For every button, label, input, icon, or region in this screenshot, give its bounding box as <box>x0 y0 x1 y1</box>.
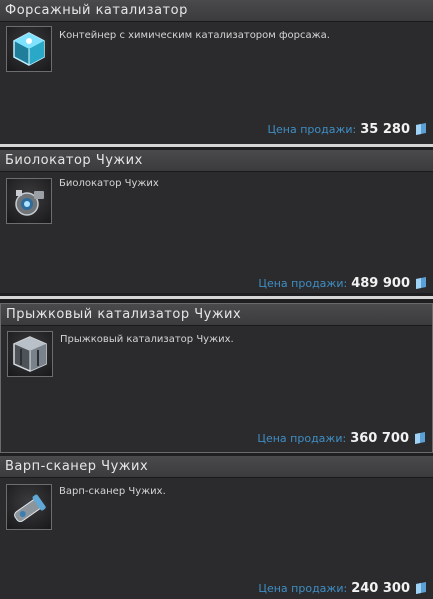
item-description: Прыжковый катализатор Чужих. <box>60 334 234 345</box>
price-row: Цена продажи: 360 700 <box>257 429 426 447</box>
item-description: Варп-сканер Чужих. <box>59 486 166 497</box>
biolocator-icon[interactable] <box>6 178 52 224</box>
item-description: Контейнер с химическим катализатором фор… <box>59 30 330 41</box>
price-value: 240 300 <box>351 580 410 596</box>
price-label: Цена продажи: <box>258 276 348 290</box>
price-row: Цена продажи: 240 300 <box>258 579 427 597</box>
warp-scanner-icon[interactable] <box>6 484 52 530</box>
price-value: 360 700 <box>350 430 409 446</box>
price-label: Цена продажи: <box>258 581 348 595</box>
price-row: Цена продажи: 35 280 <box>267 120 427 138</box>
credits-icon <box>416 123 426 135</box>
credits-icon <box>416 582 426 594</box>
item-card[interactable]: Варп-сканер Чужих Варп-сканер Чужих. Цен… <box>0 456 433 599</box>
item-title: Варп-сканер Чужих <box>0 456 433 478</box>
item-description: Биолокатор Чужих <box>59 178 159 189</box>
price-value: 489 900 <box>351 275 410 291</box>
price-value: 35 280 <box>360 121 410 137</box>
item-title: Форсажный катализатор <box>0 0 433 22</box>
item-title: Биолокатор Чужих <box>0 150 433 172</box>
price-label: Цена продажи: <box>257 431 347 445</box>
item-title: Прыжковый катализатор Чужих <box>1 304 432 326</box>
price-row: Цена продажи: 489 900 <box>258 274 427 292</box>
divider <box>0 144 433 147</box>
item-card[interactable]: Биолокатор Чужих Биолокатор Чужих Цена п… <box>0 150 433 293</box>
credits-icon <box>416 277 426 289</box>
divider <box>0 296 433 299</box>
price-label: Цена продажи: <box>267 122 357 136</box>
item-card[interactable]: Форсажный катализатор Контейнер с химиче… <box>0 0 433 144</box>
jump-catalyst-icon[interactable] <box>7 331 53 377</box>
item-card[interactable]: Прыжковый катализатор Чужих Прыжковый ка… <box>0 303 433 453</box>
catalyst-container-icon[interactable] <box>6 26 52 72</box>
credits-icon <box>415 432 425 444</box>
